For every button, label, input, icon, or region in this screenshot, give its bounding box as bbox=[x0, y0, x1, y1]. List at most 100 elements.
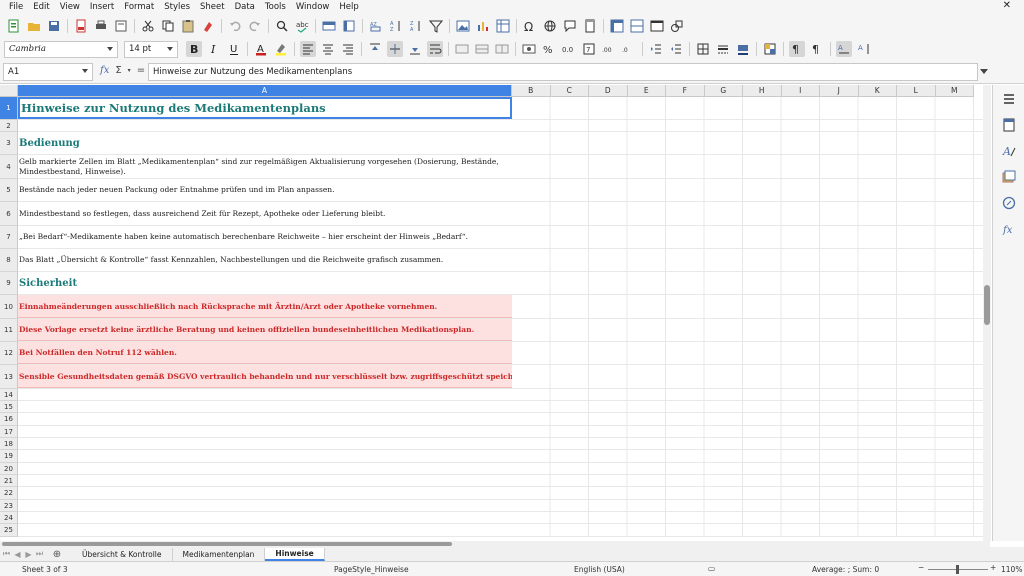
horizontal-scrollbar-thumb[interactable] bbox=[2, 542, 452, 546]
row-header[interactable]: 6 bbox=[0, 202, 18, 226]
last-sheet-icon[interactable]: ⏭ bbox=[35, 549, 44, 559]
vertical-scrollbar-thumb[interactable] bbox=[984, 285, 990, 325]
sort-icon[interactable]: AZ bbox=[368, 18, 384, 34]
empty-cells[interactable] bbox=[512, 365, 990, 388]
cell-a22[interactable] bbox=[18, 487, 512, 499]
previous-sheet-icon[interactable]: ◀ bbox=[13, 549, 22, 559]
vertical-scrollbar[interactable] bbox=[983, 85, 991, 541]
menu-window[interactable]: Window bbox=[291, 2, 335, 12]
menu-styles[interactable]: Styles bbox=[159, 2, 195, 12]
undo-icon[interactable] bbox=[227, 18, 243, 34]
cell-a2[interactable] bbox=[18, 120, 512, 131]
empty-cells[interactable] bbox=[512, 319, 990, 341]
row-header[interactable]: 11 bbox=[0, 319, 18, 342]
sum-icon[interactable]: Σ bbox=[115, 65, 121, 76]
cell-a12[interactable]: Bei Notfällen den Notruf 112 wählen. bbox=[18, 342, 512, 364]
row-header[interactable]: 7 bbox=[0, 226, 18, 249]
zoom-out-icon[interactable]: − bbox=[918, 563, 924, 572]
row-header[interactable]: 16 bbox=[0, 413, 18, 426]
delete-decimal-icon[interactable]: .0 bbox=[621, 41, 637, 57]
left-to-right-icon[interactable]: ¶ bbox=[789, 41, 805, 57]
menu-edit[interactable]: Edit bbox=[28, 2, 54, 12]
functions-icon[interactable]: fx bbox=[1001, 221, 1017, 237]
empty-cells[interactable] bbox=[512, 450, 990, 462]
empty-cells[interactable] bbox=[512, 272, 990, 294]
percent-format-icon[interactable]: % bbox=[541, 41, 557, 57]
row-header[interactable]: 8 bbox=[0, 249, 18, 272]
row-header[interactable]: 9 bbox=[0, 272, 18, 295]
cell-a9[interactable]: Sicherheit bbox=[18, 272, 512, 294]
column-header-i[interactable]: I bbox=[781, 85, 820, 97]
row-header[interactable]: 15 bbox=[0, 401, 18, 413]
align-top-icon[interactable] bbox=[367, 41, 383, 57]
page-style[interactable]: PageStyle_Hinweise bbox=[334, 565, 409, 574]
menu-view[interactable]: View bbox=[55, 2, 85, 12]
font-size-combo[interactable]: 14 pt bbox=[124, 40, 178, 58]
center-vertically-icon[interactable] bbox=[387, 41, 403, 57]
menu-format[interactable]: Format bbox=[119, 2, 159, 12]
cell-a23[interactable] bbox=[18, 500, 512, 511]
zoom-in-icon[interactable]: + bbox=[990, 563, 996, 572]
sort-ascending-icon[interactable]: AZ bbox=[388, 18, 404, 34]
paste-icon[interactable] bbox=[180, 18, 196, 34]
export-pdf-icon[interactable] bbox=[73, 18, 89, 34]
empty-cells[interactable] bbox=[512, 438, 990, 449]
column-header-l[interactable]: L bbox=[897, 85, 936, 97]
empty-cells[interactable] bbox=[512, 401, 990, 412]
insert-chart-icon[interactable] bbox=[475, 18, 491, 34]
row-header[interactable]: 25 bbox=[0, 524, 18, 537]
row-header[interactable]: 14 bbox=[0, 389, 18, 401]
column-header-m[interactable]: M bbox=[935, 85, 974, 97]
row-header[interactable]: 21 bbox=[0, 475, 18, 487]
decrease-indent-icon[interactable] bbox=[668, 41, 684, 57]
font-color-icon[interactable]: A bbox=[253, 41, 269, 57]
styles-icon[interactable]: A bbox=[1001, 143, 1017, 159]
date-format-icon[interactable]: 7 bbox=[581, 41, 597, 57]
tab-uebersicht-kontrolle[interactable]: Übersicht & Kontrolle bbox=[72, 547, 173, 561]
spelling-icon[interactable]: abc bbox=[294, 18, 310, 34]
selection-mode-icon[interactable]: ▭ bbox=[708, 564, 715, 573]
menu-file[interactable]: File bbox=[4, 2, 28, 12]
empty-cells[interactable] bbox=[512, 463, 990, 474]
save-icon[interactable] bbox=[46, 18, 62, 34]
column-header-k[interactable]: K bbox=[858, 85, 897, 97]
empty-cells[interactable] bbox=[512, 524, 990, 536]
empty-cells[interactable] bbox=[512, 342, 990, 364]
align-right-icon[interactable] bbox=[340, 41, 356, 57]
conditional-format-icon[interactable] bbox=[762, 41, 778, 57]
empty-cells[interactable] bbox=[512, 97, 990, 119]
cell-a19[interactable] bbox=[18, 450, 512, 462]
italic-icon[interactable]: I bbox=[206, 41, 222, 57]
zoom-level[interactable]: 110% bbox=[1001, 565, 1022, 574]
empty-cells[interactable] bbox=[512, 202, 990, 225]
comment-icon[interactable] bbox=[562, 18, 578, 34]
selection-summary[interactable]: Average: ; Sum: 0 bbox=[812, 565, 879, 574]
hamburger-menu-icon[interactable] bbox=[1001, 91, 1017, 107]
row-header[interactable]: 24 bbox=[0, 512, 18, 524]
cell-a17[interactable] bbox=[18, 426, 512, 437]
empty-cells[interactable] bbox=[512, 389, 990, 400]
menu-data[interactable]: Data bbox=[230, 2, 260, 12]
empty-cells[interactable] bbox=[512, 120, 990, 131]
text-orientation-vertical-icon[interactable]: A bbox=[856, 41, 872, 57]
cell-a7[interactable]: „Bei Bedarf“-Medikamente haben keine aut… bbox=[18, 226, 512, 248]
cell-a1[interactable]: Hinweise zur Nutzung des Medikamentenpla… bbox=[18, 97, 512, 119]
copy-icon[interactable] bbox=[160, 18, 176, 34]
row-header[interactable]: 20 bbox=[0, 463, 18, 475]
formula-equals-icon[interactable]: = bbox=[137, 65, 145, 76]
empty-cells[interactable] bbox=[512, 179, 990, 201]
cell-a4[interactable]: Gelb markierte Zellen im Blatt „Medikame… bbox=[18, 155, 512, 178]
column-header-j[interactable]: J bbox=[820, 85, 859, 97]
empty-cells[interactable] bbox=[512, 155, 990, 178]
empty-cells[interactable] bbox=[512, 132, 990, 154]
empty-cells[interactable] bbox=[512, 426, 990, 437]
autofilter-icon[interactable] bbox=[428, 18, 444, 34]
pivot-table-icon[interactable] bbox=[495, 18, 511, 34]
menu-insert[interactable]: Insert bbox=[85, 2, 119, 12]
cell-a20[interactable] bbox=[18, 463, 512, 474]
highlighting-color-icon[interactable] bbox=[273, 41, 289, 57]
row-header[interactable]: 17 bbox=[0, 426, 18, 438]
merge-cells-icon[interactable] bbox=[474, 41, 490, 57]
first-sheet-icon[interactable]: ⏮ bbox=[2, 549, 11, 559]
insert-image-icon[interactable] bbox=[455, 18, 471, 34]
